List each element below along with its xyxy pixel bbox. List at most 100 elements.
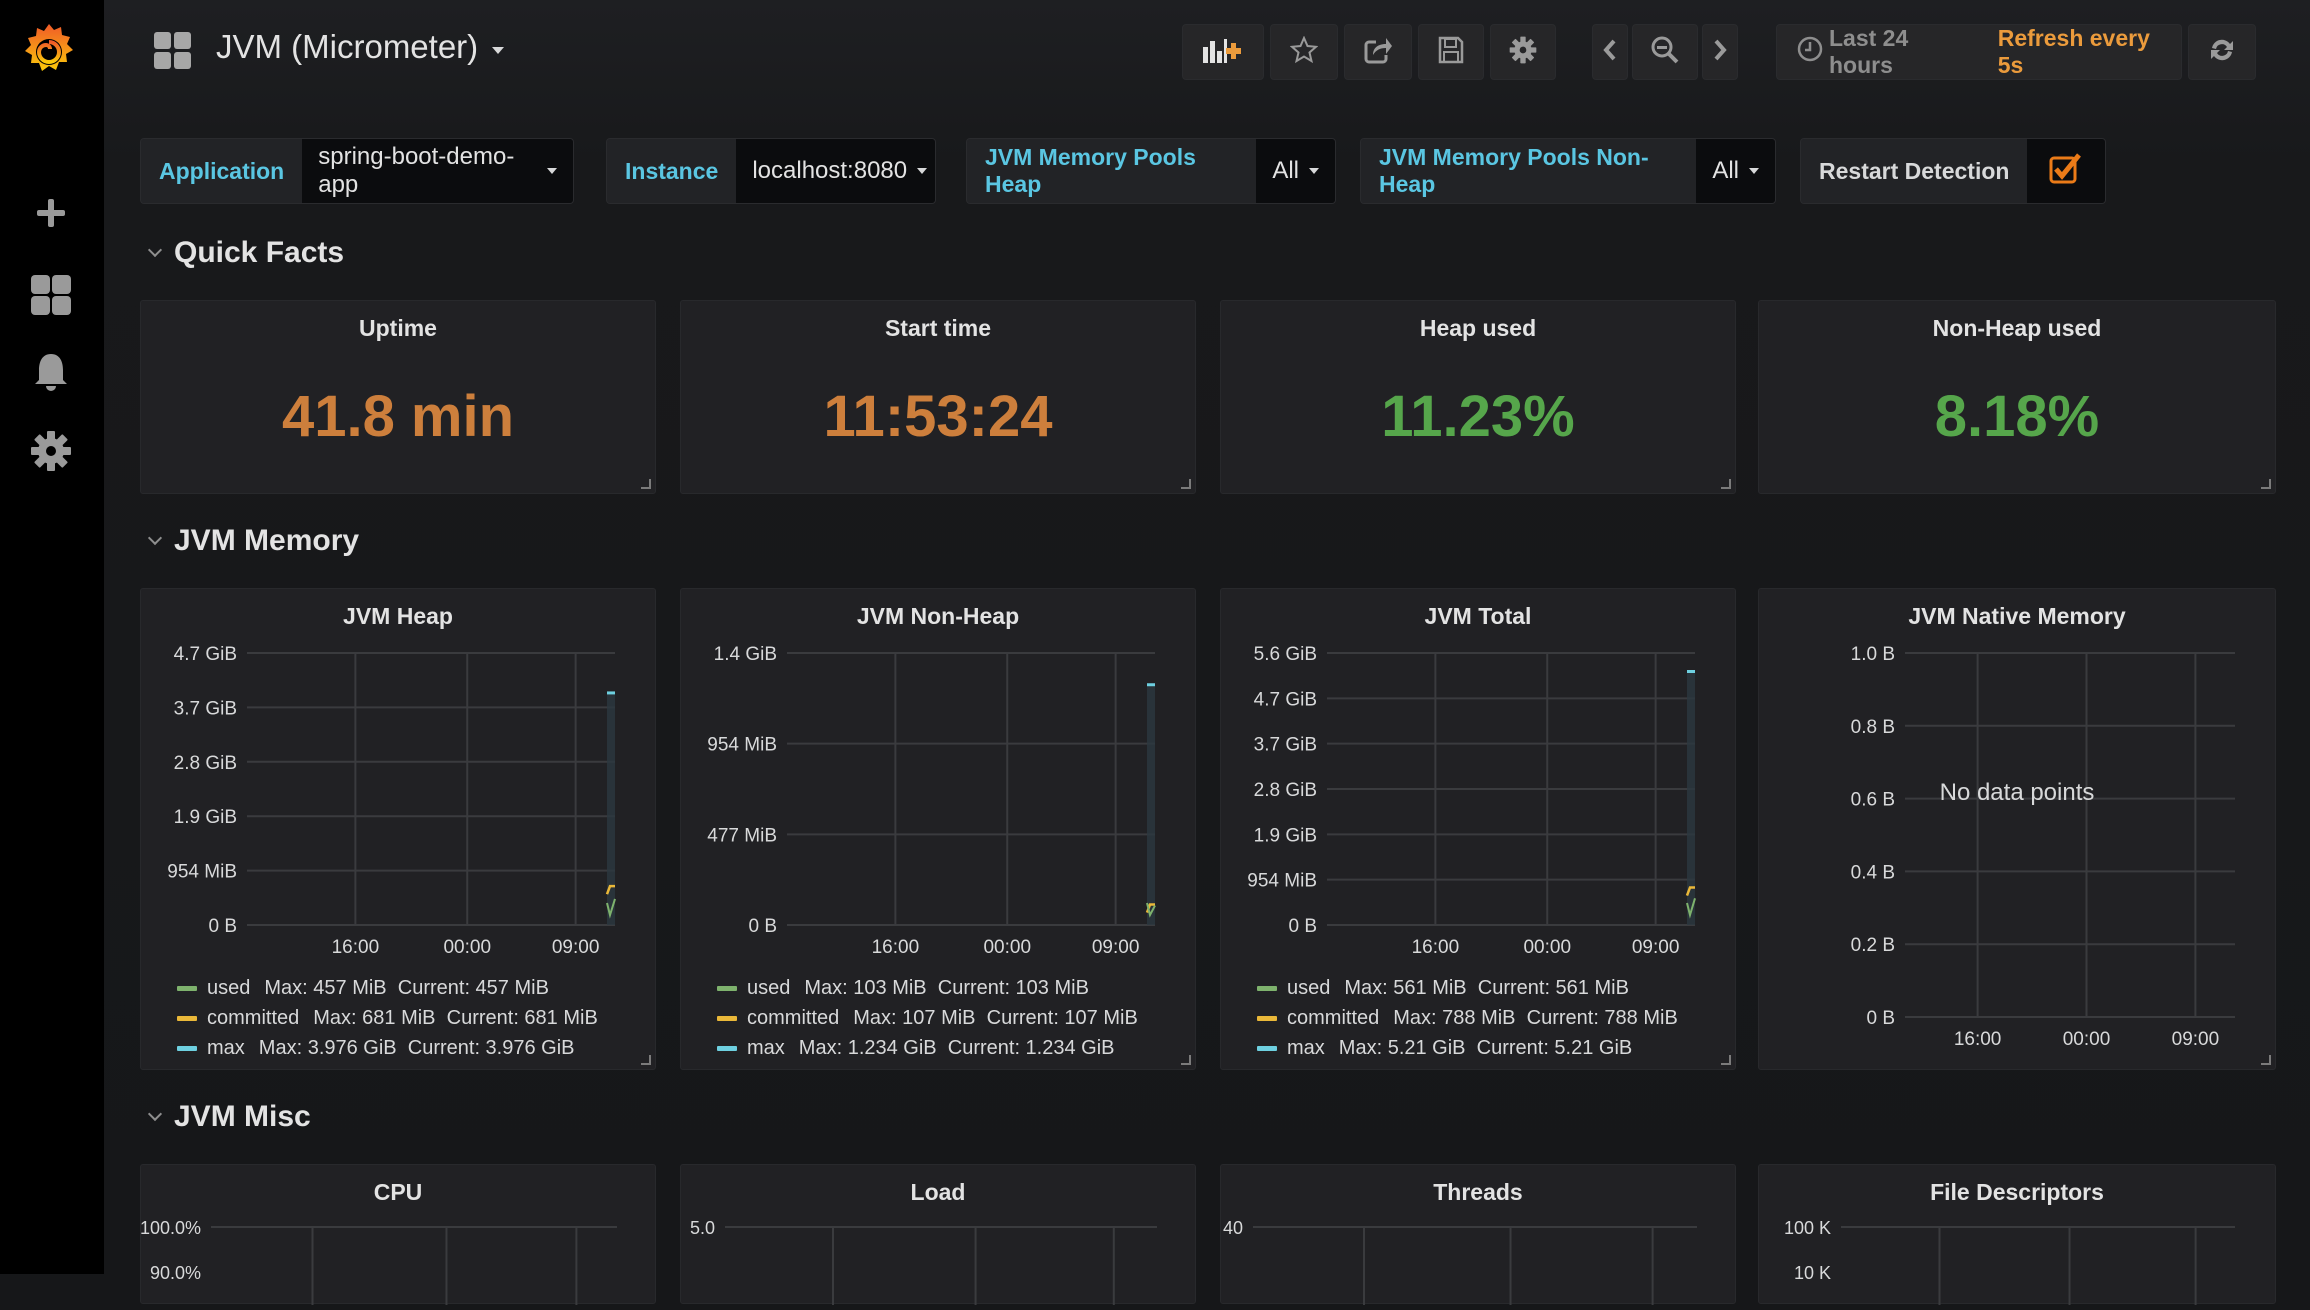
legend-item-committed[interactable]: committedMax: 788 MiB Current: 788 MiB [1257, 1003, 1678, 1033]
row-jvm-memory[interactable]: JVM Memory [150, 524, 359, 558]
legend-stats: Max: 5.21 GiB Current: 5.21 GiB [1339, 1037, 1632, 1060]
create-plus-icon[interactable] [28, 190, 74, 236]
favorite-star-button[interactable] [1270, 24, 1338, 80]
grafana-logo-icon[interactable] [20, 20, 78, 82]
legend-series-name: committed [1287, 1007, 1379, 1030]
panel-title[interactable]: Non-Heap used [1759, 315, 2275, 342]
y-tick-label: 100.0% [141, 1218, 201, 1238]
legend-item-committed[interactable]: committedMax: 107 MiB Current: 107 MiB [717, 1003, 1138, 1033]
legend-series-name: max [1287, 1037, 1325, 1060]
y-tick-label: 5.0 [690, 1218, 715, 1238]
row-quick-facts[interactable]: Quick Facts [150, 236, 344, 270]
panel-title[interactable]: Threads [1221, 1179, 1735, 1206]
application-select[interactable]: spring-boot-demo-app [302, 139, 573, 203]
legend-swatch [1257, 1016, 1277, 1021]
zoom-out-button[interactable] [1632, 24, 1698, 80]
stat-panel-heap-used: Heap used 11.23% [1220, 300, 1736, 494]
restart-detection-checkbox[interactable] [2027, 139, 2105, 203]
caret-down-icon [547, 168, 557, 174]
x-tick-label: 16:00 [332, 937, 380, 958]
dashboard-title-dropdown[interactable]: JVM (Micrometer) [216, 28, 504, 66]
resize-handle[interactable] [641, 1055, 651, 1065]
x-tick-label: 09:00 [2172, 1029, 2220, 1050]
variable-label: JVM Memory Pools Non-Heap [1361, 139, 1696, 203]
panel-title[interactable]: Load [681, 1179, 1195, 1206]
y-tick-label: 0.2 B [1851, 935, 1895, 956]
legend: used Max: 103 MiB Current: 103 MiB committ… [717, 973, 1138, 1063]
panel-title[interactable]: Start time [681, 315, 1195, 342]
legend-series-name: committed [747, 1007, 839, 1030]
chart-plot[interactable]: 0 B954 MiB1.9 GiB2.8 GiB3.7 GiB4.7 GiB16… [141, 589, 657, 969]
graph-panel-load: Load 5.0 [680, 1164, 1196, 1304]
y-tick-label: 1.0 B [1851, 644, 1895, 665]
legend-item-used[interactable]: usedMax: 457 MiB Current: 457 MiB [177, 973, 598, 1003]
time-range-label: Last 24 hours [1829, 25, 1978, 79]
gear-icon [1509, 36, 1537, 69]
legend-swatch [177, 986, 197, 991]
refresh-interval-label: Refresh every 5s [1998, 25, 2181, 79]
legend-item-committed[interactable]: committedMax: 681 MiB Current: 681 MiB [177, 1003, 598, 1033]
legend-item-max[interactable]: maxMax: 3.976 GiB Current: 3.976 GiB [177, 1033, 598, 1063]
chart-plot[interactable]: 0 B477 MiB954 MiB1.4 GiB16:0000:0009:00 [681, 589, 1197, 969]
chart-plot[interactable]: 0 B0.2 B0.4 B0.6 B0.8 B1.0 B16:0000:0009… [1759, 589, 2277, 1071]
resize-handle[interactable] [2261, 1055, 2271, 1065]
time-shift-forward-button[interactable] [1702, 24, 1738, 80]
chart-plot[interactable]: 0 B954 MiB1.9 GiB2.8 GiB3.7 GiB4.7 GiB5.… [1221, 589, 1737, 969]
time-range-picker[interactable]: Last 24 hours Refresh every 5s [1776, 24, 2182, 80]
panel-title[interactable]: Heap used [1221, 315, 1735, 342]
y-tick-label: 0 B [748, 916, 777, 937]
alerting-bell-icon[interactable] [28, 350, 74, 396]
instance-select[interactable]: localhost:8080 [736, 139, 936, 203]
dashboard-main: JVM (Micrometer) [104, 0, 2310, 1274]
y-tick-label: 4.7 GiB [1254, 689, 1317, 710]
configuration-gear-icon[interactable] [28, 428, 74, 474]
y-tick-label: 100 K [1784, 1218, 1831, 1238]
variable-restart-detection: Restart Detection [1800, 138, 2106, 204]
add-panel-button[interactable] [1182, 24, 1264, 80]
legend-swatch [177, 1046, 197, 1051]
legend-stats: Max: 561 MiB Current: 561 MiB [1344, 977, 1629, 1000]
panel-title[interactable]: Uptime [141, 315, 655, 342]
variable-label: Instance [607, 139, 736, 203]
memory-pools-non-heap-select[interactable]: All [1696, 139, 1775, 203]
legend-swatch [1257, 1046, 1277, 1051]
legend-series-name: used [747, 977, 790, 1000]
y-tick-label: 5.6 GiB [1254, 644, 1317, 665]
panel-title[interactable]: CPU [141, 1179, 655, 1206]
variable-application: Application spring-boot-demo-app [140, 138, 574, 204]
y-tick-label: 3.7 GiB [1254, 735, 1317, 756]
legend-swatch [717, 986, 737, 991]
resize-handle[interactable] [2261, 479, 2271, 489]
legend-item-max[interactable]: max Max: 5.21 GiB Current: 5.21 GiB [1257, 1033, 1678, 1063]
panel-title[interactable]: File Descriptors [1759, 1179, 2275, 1206]
dashboards-icon[interactable] [28, 272, 74, 318]
y-tick-label: 0 B [1288, 916, 1317, 937]
variable-value: All [1712, 157, 1739, 185]
row-title: JVM Misc [174, 1100, 311, 1134]
share-dashboard-button[interactable] [1344, 24, 1412, 80]
row-jvm-misc[interactable]: JVM Misc [150, 1100, 311, 1134]
legend-swatch [717, 1016, 737, 1021]
legend-stats: Max: 103 MiB Current: 103 MiB [804, 977, 1089, 1000]
legend-item-max[interactable]: maxMax: 1.234 GiB Current: 1.234 GiB [717, 1033, 1138, 1063]
stat-panel-non-heap-used: Non-Heap used 8.18% [1758, 300, 2276, 494]
dashboard-settings-button[interactable] [1490, 24, 1556, 80]
graph-panel-jvm-total: JVM Total 0 B954 MiB1.9 GiB2.8 GiB3.7 Gi… [1220, 588, 1736, 1070]
graph-panel-threads: Threads 40 [1220, 1164, 1736, 1304]
resize-handle[interactable] [1721, 1055, 1731, 1065]
legend-item-used[interactable]: usedMax: 561 MiB Current: 561 MiB [1257, 973, 1678, 1003]
resize-handle[interactable] [1721, 479, 1731, 489]
legend-item-used[interactable]: used Max: 103 MiB Current: 103 MiB [717, 973, 1138, 1003]
stat-value: 11:53:24 [681, 383, 1195, 450]
stat-panel-start-time: Start time 11:53:24 [680, 300, 1196, 494]
save-dashboard-button[interactable] [1418, 24, 1484, 80]
time-shift-back-button[interactable] [1592, 24, 1628, 80]
chevron-down-icon [148, 531, 162, 545]
resize-handle[interactable] [641, 479, 651, 489]
legend: usedMax: 561 MiB Current: 561 MiBcommitt… [1257, 973, 1678, 1063]
refresh-button[interactable] [2188, 24, 2256, 80]
graph-panel-file-descriptors: File Descriptors 100 K10 K [1758, 1164, 2276, 1304]
memory-pools-heap-select[interactable]: All [1256, 139, 1335, 203]
resize-handle[interactable] [1181, 1055, 1191, 1065]
resize-handle[interactable] [1181, 479, 1191, 489]
